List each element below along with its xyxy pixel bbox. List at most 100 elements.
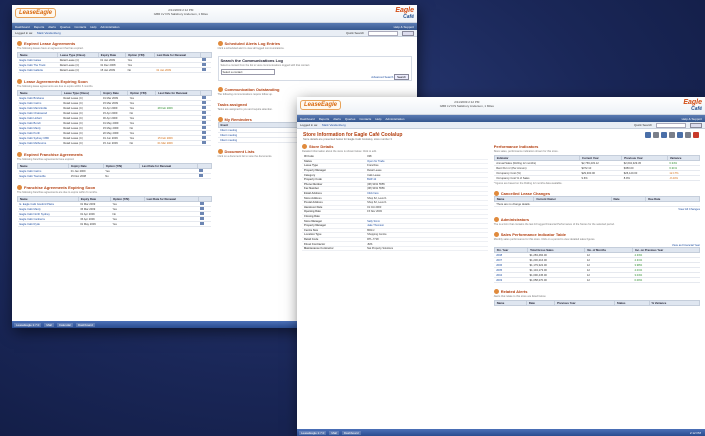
title-text: Communication Outstanding: [224, 87, 280, 92]
view-icon[interactable]: [202, 131, 207, 134]
help-support-link[interactable]: Help & Support: [682, 117, 702, 121]
menu-reports[interactable]: Reports: [34, 25, 45, 29]
taskbar-item[interactable]: Mail: [44, 322, 54, 327]
menu-reports[interactable]: Reports: [319, 117, 330, 121]
col-header: Name: [493, 300, 527, 306]
quick-search-button[interactable]: [690, 122, 702, 128]
menu-queries[interactable]: Queries: [60, 25, 71, 29]
cell: 9.6%: [579, 175, 622, 181]
export-icon[interactable]: [669, 132, 675, 138]
view-icon[interactable]: [202, 111, 207, 114]
menu-help[interactable]: Help: [90, 25, 96, 29]
delete-icon[interactable]: [693, 132, 699, 138]
cell: 15 Jan 2009: [98, 67, 126, 73]
view-icon[interactable]: [200, 212, 205, 215]
view-icon[interactable]: [202, 96, 207, 99]
menu-contacts[interactable]: Contacts: [359, 117, 371, 121]
page-subtitle: Store details are presented below for Ea…: [303, 138, 392, 141]
section-title: Franchise Agreements Expiring Soon: [17, 185, 212, 190]
view-icon[interactable]: [200, 222, 205, 225]
cell[interactable]: Client meeting: [218, 137, 300, 143]
table-row[interactable]: 2003 $1,058,270.00 12 0.00%: [494, 277, 700, 283]
menu-contacts[interactable]: Contacts: [74, 25, 86, 29]
quick-search-input[interactable]: [368, 30, 398, 36]
title-text: Cancelled Lease Changes: [500, 191, 551, 196]
view-icon[interactable]: [202, 101, 207, 104]
expiring-franchise-section: Franchise Agreements Expiring Soon The f…: [17, 185, 212, 227]
view-icon[interactable]: [202, 141, 207, 144]
attachment-icon[interactable]: [685, 132, 691, 138]
advanced-search-link[interactable]: Advanced Search: [371, 75, 393, 79]
title-text: Scheduled Alerts Log Entries: [224, 41, 281, 46]
email-icon[interactable]: [661, 132, 667, 138]
view-icon[interactable]: [202, 136, 207, 139]
menu-dashboard[interactable]: Dashboard: [15, 25, 30, 29]
title-text: Tasks assigned: [217, 102, 248, 107]
quick-search-button[interactable]: [402, 30, 414, 36]
help-support-link[interactable]: Help & Support: [394, 25, 414, 29]
taskbar-item[interactable]: Dashboard: [341, 430, 361, 435]
table-row[interactable]: Eagle Café Ryde 01 May 2009 Yes: [17, 221, 211, 227]
expired-leases-table: Name Lease Type (Class) Expiry Date Opti…: [16, 52, 212, 73]
view-icon[interactable]: [202, 58, 207, 61]
menu-administration[interactable]: Administration: [100, 25, 119, 29]
table-row[interactable]: Eagle Café Townsville 15 Dec 2008 No: [17, 173, 211, 179]
section-title: Communication Outstanding: [217, 87, 413, 92]
cell[interactable]: 2003: [494, 277, 528, 283]
quick-search-label: Quick Search: [633, 123, 652, 127]
view-icon[interactable]: [200, 217, 205, 220]
financial-year-link[interactable]: View as Financial Year: [672, 243, 700, 247]
table-row[interactable]: Eagle Café Melbourne Retail Lease (C) 15 J…: [17, 140, 211, 146]
user-name-link[interactable]: Mark Vandenberg: [37, 31, 61, 35]
menu-dashboard[interactable]: Dashboard: [300, 117, 315, 121]
view-changes-link[interactable]: View All Changes: [678, 207, 700, 211]
comm-search-button[interactable]: Search: [394, 74, 409, 80]
menu-alerts[interactable]: Alerts: [48, 25, 56, 29]
col-header: % Variance: [648, 300, 701, 306]
title-text: Franchise Agreements Expiring Soon: [24, 185, 96, 190]
cell-name[interactable]: Eagle Café Melbourne: [17, 140, 62, 146]
col-header: Previous Year: [554, 300, 615, 306]
taskbar-item[interactable]: Mail: [329, 430, 339, 435]
taskbar-item[interactable]: Calendar: [56, 322, 74, 327]
view-icon[interactable]: [202, 121, 207, 124]
menu-administration[interactable]: Administration: [385, 117, 404, 121]
view-icon[interactable]: [199, 169, 204, 172]
title-text: Sales Performance Indicator Table: [500, 232, 566, 237]
sales-table: Fin. Year Total Gross Sales No. of Month…: [493, 247, 700, 283]
view-icon[interactable]: [200, 207, 205, 210]
cell: -8.44%: [667, 175, 700, 181]
view-icon[interactable]: [202, 63, 207, 66]
cell-name[interactable]: Eagle Café Galleria: [17, 67, 58, 73]
taskbar-item[interactable]: LeaseEagle 2.7.0: [299, 430, 327, 435]
taskbar-item[interactable]: LeaseEagle 2.7.0: [14, 322, 42, 327]
view-icon[interactable]: [200, 202, 205, 205]
history-icon[interactable]: [677, 132, 683, 138]
section-icon: [217, 87, 223, 92]
taskbar-item[interactable]: Dashboard: [76, 322, 95, 327]
view-icon[interactable]: [202, 68, 207, 71]
cell: No: [103, 173, 140, 179]
user-name-link[interactable]: Mark Vandenberg: [322, 123, 346, 127]
menu-queries[interactable]: Queries: [345, 117, 356, 121]
cell-name[interactable]: Eagle Café Townsville: [17, 173, 69, 179]
cell-name[interactable]: Eagle Café Ryde: [17, 221, 79, 227]
view-icon[interactable]: [202, 106, 207, 109]
view-icon[interactable]: [202, 116, 207, 119]
menu-alerts[interactable]: Alerts: [333, 117, 341, 121]
section-desc: Click a scheduled alert to view all logg…: [217, 47, 285, 50]
table-row[interactable]: Eagle Café Galleria Retail Lease (C) 15 Ja…: [17, 67, 211, 73]
quick-search-input[interactable]: [656, 122, 686, 128]
cell: No: [127, 140, 156, 146]
document-icon: [217, 149, 223, 154]
view-icon[interactable]: [202, 126, 207, 129]
print-icon[interactable]: [645, 132, 651, 138]
view-icon[interactable]: [199, 174, 204, 177]
cell: [144, 221, 199, 227]
menu-help[interactable]: Help: [375, 117, 381, 121]
edit-icon[interactable]: [653, 132, 659, 138]
section-icon: [493, 217, 499, 222]
cell: Yes: [110, 221, 145, 227]
cell: No: [125, 67, 155, 73]
brand-sub: Café: [403, 14, 414, 20]
